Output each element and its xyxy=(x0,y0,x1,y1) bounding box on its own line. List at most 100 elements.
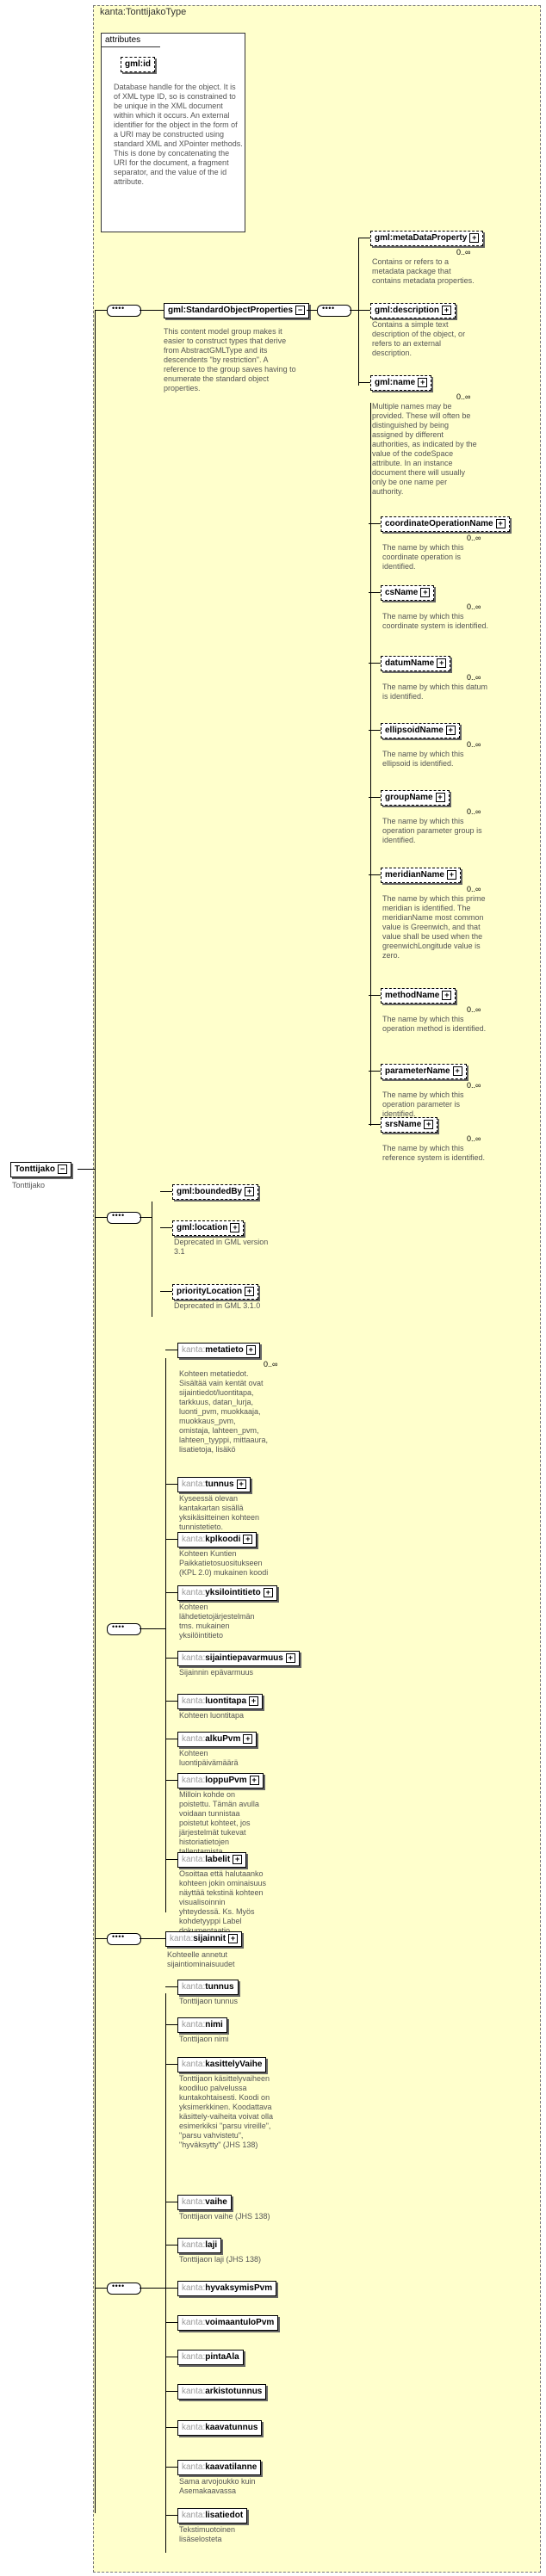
element-gml-boundedby[interactable]: gml:boundedBy + xyxy=(172,1184,259,1201)
expand-icon[interactable]: + xyxy=(418,378,428,387)
element-alkupvm[interactable]: kanta:alkuPvm + xyxy=(177,1732,257,1748)
expand-icon[interactable]: + xyxy=(495,519,506,528)
element-kaavatunnus[interactable]: kanta:kaavatunnus xyxy=(177,2420,263,2436)
element-description: The name by which this datum is identifi… xyxy=(382,683,488,701)
connector xyxy=(369,592,381,593)
expand-icon[interactable]: + xyxy=(243,1535,253,1544)
element-labelit[interactable]: kanta:labelit + xyxy=(177,1852,247,1869)
element-meridianname[interactable]: meridianName + xyxy=(381,868,461,884)
expand-icon[interactable]: + xyxy=(442,991,452,1000)
element-pintaala[interactable]: kanta:pintaAla xyxy=(177,2350,244,2365)
cardinality-label: 0..∞ xyxy=(467,1081,481,1090)
cardinality-label: 0..∞ xyxy=(467,673,481,682)
element-ellipsoidname[interactable]: ellipsoidName + xyxy=(381,723,460,739)
cardinality-label: 0..∞ xyxy=(456,392,471,401)
element-parametername[interactable]: parameterName + xyxy=(381,1064,467,1080)
connector xyxy=(160,1291,172,1292)
element-nimi[interactable]: kanta:nimi xyxy=(177,2017,227,2033)
element-voimaantulopvm[interactable]: kanta:voimaantuloPvm xyxy=(177,2315,279,2331)
element-kaavatilanne[interactable]: kanta:kaavatilanne xyxy=(177,2460,262,2475)
expand-icon[interactable]: + xyxy=(230,1223,240,1232)
expand-icon[interactable]: + xyxy=(437,658,447,668)
expand-icon[interactable]: − xyxy=(58,1164,68,1174)
element-description: The name by which this operation paramet… xyxy=(382,1090,464,1118)
connector-vertical xyxy=(165,1993,166,2553)
expand-icon[interactable]: + xyxy=(233,1855,243,1864)
root-element-tonttijako[interactable]: Tonttijako − xyxy=(10,1162,72,1178)
connector xyxy=(165,2322,177,2323)
element-laji[interactable]: kanta:laji xyxy=(177,2238,222,2253)
expand-icon[interactable]: + xyxy=(245,1287,255,1296)
element-tunnus[interactable]: kanta:tunnus + xyxy=(177,1477,251,1493)
cardinality-label: 0..∞ xyxy=(467,885,481,893)
expand-icon[interactable]: + xyxy=(442,306,452,315)
connector xyxy=(165,1780,177,1781)
element-description: The name by which this prime meridian is… xyxy=(382,894,486,960)
element-sijainnit[interactable]: kanta:sijainnit + xyxy=(165,1931,243,1948)
element-description: The name by which this operation paramet… xyxy=(382,817,482,844)
element-luontitapa[interactable]: kanta:luontitapa + xyxy=(177,1694,264,1710)
expand-icon[interactable]: + xyxy=(263,1588,273,1597)
collapse-icon[interactable]: − xyxy=(295,306,306,315)
element-gml-metadataproperty[interactable]: gml:metaDataProperty + xyxy=(370,231,484,247)
element-csname[interactable]: csName + xyxy=(381,585,435,602)
expand-icon[interactable]: + xyxy=(285,1653,295,1663)
cardinality-label: 0..∞ xyxy=(467,534,481,542)
sequence-compositor-icon xyxy=(107,1622,141,1635)
element-description: Kohteen Kuntien Paikkatietosuositukseen … xyxy=(179,1549,269,1577)
connector xyxy=(165,2024,177,2025)
connector xyxy=(140,1938,165,1939)
element-metatieto[interactable]: kanta:metatieto + xyxy=(177,1343,260,1359)
element-tunnus[interactable]: kanta:tunnus xyxy=(177,1980,239,1995)
element-gml-description[interactable]: gml:description + xyxy=(370,303,456,319)
element-description: Kyseessä olevan kantakartan sisällä yksi… xyxy=(179,1494,260,1531)
element-description: Deprecated in GML 3.1.0 xyxy=(174,1301,261,1310)
expand-icon[interactable]: + xyxy=(236,1480,246,1489)
expand-icon[interactable]: + xyxy=(424,1120,434,1129)
expand-icon[interactable]: + xyxy=(446,870,456,880)
element-yksilointitieto[interactable]: kanta:yksilointitieto + xyxy=(177,1585,277,1602)
connector xyxy=(140,310,164,311)
connector xyxy=(369,874,381,875)
element-srsname[interactable]: srsName + xyxy=(381,1117,438,1134)
cardinality-label: 0..∞ xyxy=(467,602,481,611)
element-description: Tekstimuotoinen lisäselosteta xyxy=(179,2525,236,2543)
sequence-compositor-icon xyxy=(107,1932,141,1945)
element-arkistotunnus[interactable]: kanta:arkistotunnus xyxy=(177,2384,267,2400)
connector xyxy=(95,1938,107,1939)
expand-icon[interactable]: + xyxy=(245,1345,256,1355)
element-coordinateoperationname[interactable]: coordinateOperationName + xyxy=(381,516,510,533)
gml-id-attribute[interactable]: gml:id xyxy=(121,57,155,72)
element-loppupvm[interactable]: kanta:loppuPvm + xyxy=(177,1773,264,1789)
element-hyvaksymispvm[interactable]: kanta:hyvaksymisPvm xyxy=(177,2281,277,2296)
connector xyxy=(369,1071,381,1072)
connector xyxy=(165,1484,177,1485)
expand-icon[interactable]: + xyxy=(228,1934,239,1943)
element-datumname[interactable]: datumName + xyxy=(381,656,451,672)
element-prioritylocation[interactable]: priorityLocation + xyxy=(172,1284,259,1300)
cardinality-label: 0..∞ xyxy=(467,1134,481,1143)
expand-icon[interactable]: + xyxy=(435,793,445,802)
element-description: Tonttijaon käsittelyvaiheen koodiluo pal… xyxy=(179,2074,274,2149)
element-kasittelyvaihe[interactable]: kanta:kasittelyVaihe xyxy=(177,2057,267,2073)
expand-icon[interactable]: + xyxy=(243,1734,253,1744)
expand-icon[interactable]: + xyxy=(452,1066,462,1076)
expand-icon[interactable]: + xyxy=(420,588,431,597)
expand-icon[interactable]: + xyxy=(249,1696,259,1706)
element-gml-name[interactable]: gml:name + xyxy=(370,375,432,392)
expand-icon[interactable]: + xyxy=(245,1187,255,1196)
cardinality-label: 0..∞ xyxy=(467,1005,481,1014)
connector xyxy=(369,1124,381,1125)
element-methodname[interactable]: methodName + xyxy=(381,988,456,1004)
element-vaihe[interactable]: kanta:vaihe xyxy=(177,2195,232,2210)
expand-icon[interactable]: + xyxy=(469,233,480,243)
element-kplkoodi[interactable]: kanta:kplkoodi + xyxy=(177,1532,257,1548)
standard-object-properties-group[interactable]: gml:StandardObjectProperties − xyxy=(164,303,310,319)
element-lisatiedot[interactable]: kanta:lisatiedot xyxy=(177,2508,248,2523)
element-gml-location[interactable]: gml:location + xyxy=(172,1220,245,1237)
element-description: The name by which this coordinate system… xyxy=(382,612,489,630)
expand-icon[interactable]: + xyxy=(445,726,456,735)
element-sijaintiepavarmuus[interactable]: kanta:sijaintiepavarmuus + xyxy=(177,1651,300,1667)
element-groupname[interactable]: groupName + xyxy=(381,790,450,806)
expand-icon[interactable]: + xyxy=(249,1776,259,1785)
